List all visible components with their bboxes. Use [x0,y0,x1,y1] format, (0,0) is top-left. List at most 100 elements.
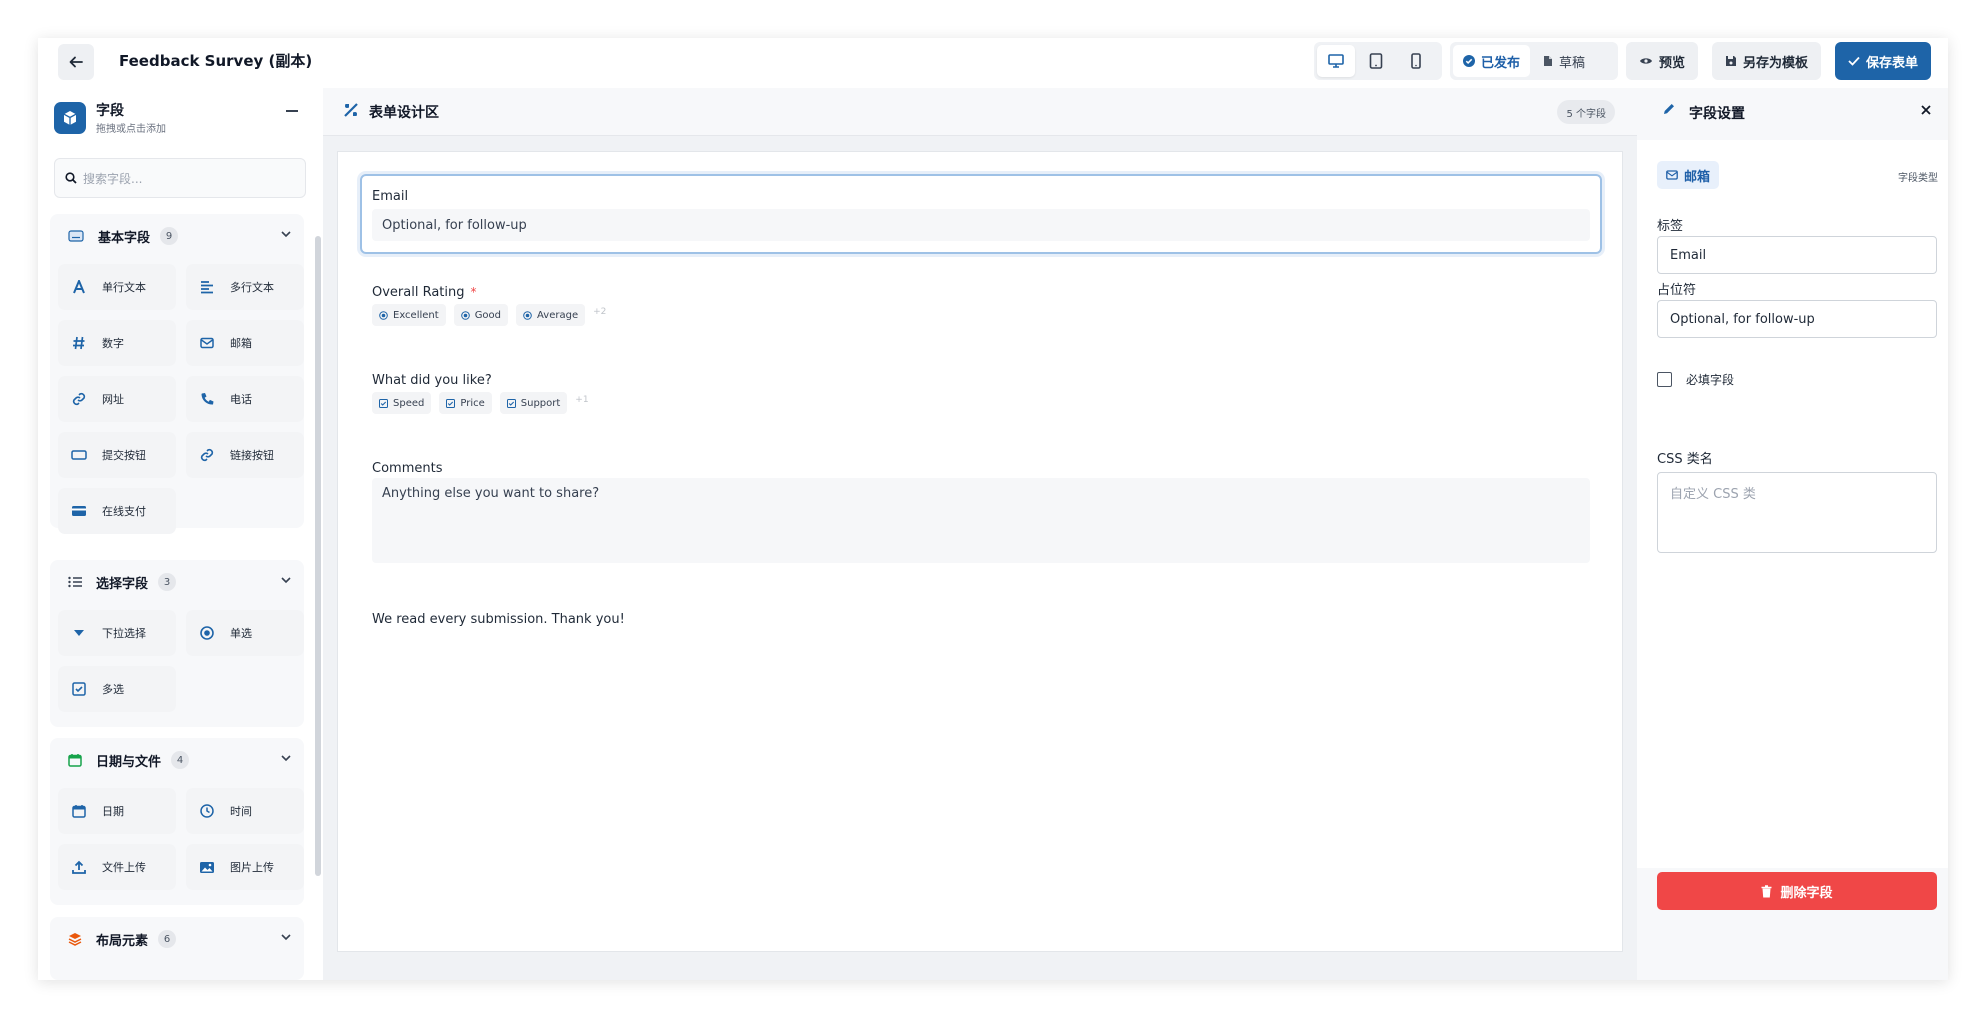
option-label: Average [537,309,579,321]
upload-icon [70,858,88,876]
checkbox-option[interactable]: Speed [372,392,432,414]
button-rect-icon [70,446,88,464]
save-as-template-label: 另存为模板 [1743,55,1809,71]
form-title: Feedback Survey (副本) [119,52,313,70]
field-item-checkbox[interactable]: 多选 [58,666,176,712]
field-item-email[interactable]: 邮箱 [186,320,304,366]
close-icon[interactable] [1920,104,1932,116]
field-palette: 字段 拖拽或点击添加 搜索字段... 基本字段 9 单行文本 多行文本 数字 邮… [38,88,323,980]
rating-label-text: Overall Rating [372,285,465,300]
field-item-online-payment[interactable]: 在线支付 [58,488,176,534]
form-field-email[interactable]: Email Optional, for follow-up [360,174,1602,254]
group-header-choice[interactable]: 选择字段 3 [50,560,304,604]
field-item-time[interactable]: 时间 [186,788,304,834]
link-icon [198,446,216,464]
field-item-url[interactable]: 网址 [58,376,176,422]
hash-icon [70,334,88,352]
field-item-single-line-text[interactable]: 单行文本 [58,264,176,310]
checkbox-icon [379,398,388,408]
form-canvas: Email Optional, for follow-up Overall Ra… [337,151,1623,952]
keyboard-icon [68,230,84,242]
field-item-radio[interactable]: 单选 [186,610,304,656]
field-item-label: 链接按钮 [230,449,274,462]
field-item-link-button[interactable]: 链接按钮 [186,432,304,478]
search-icon [65,172,77,184]
envelope-icon [198,334,216,352]
field-item-label: 电话 [230,393,252,406]
palette-scrollbar[interactable] [315,236,321,876]
field-count-badge: 5 个字段 [1557,100,1615,124]
settings-footer: 删除字段 [1637,868,1948,980]
envelope-icon [1666,170,1678,180]
radio-option[interactable]: Good [453,304,509,326]
group-count-badge: 3 [158,573,177,591]
mobile-view-button[interactable] [1397,45,1435,77]
group-header-basic[interactable]: 基本字段 9 [50,214,304,258]
checkbox-option[interactable]: Support [499,392,568,414]
layers-icon [68,933,82,946]
field-item-label: 时间 [230,805,252,818]
email-input-preview[interactable]: Optional, for follow-up [372,209,1590,241]
group-basic-fields: 基本字段 9 单行文本 多行文本 数字 邮箱 网址 电话 提交按钮 链接按钮 在… [50,214,304,534]
field-item-submit-button[interactable]: 提交按钮 [58,432,176,478]
radio-option[interactable]: Average [516,304,586,326]
field-search-input[interactable]: 搜索字段... [54,158,306,198]
comments-textarea-preview[interactable]: Anything else you want to share? [372,478,1590,563]
desktop-view-button[interactable] [1317,45,1355,77]
publish-status-switch: 已发布 草稿 [1450,42,1618,80]
option-label: Good [474,309,502,321]
field-item-image-upload[interactable]: 图片上传 [186,844,304,890]
field-item-date[interactable]: 日期 [58,788,176,834]
checkbox-icon [70,680,88,698]
field-item-file-upload[interactable]: 文件上传 [58,844,176,890]
field-item-phone[interactable]: 电话 [186,376,304,422]
design-tools-icon [344,103,358,117]
checkbox-icon [506,398,516,408]
cube-icon [63,111,77,125]
field-item-multi-line-text[interactable]: 多行文本 [186,264,304,310]
calendar-icon [68,754,82,767]
preview-button[interactable]: 预览 [1626,42,1699,80]
delete-field-button[interactable]: 删除字段 [1657,872,1937,910]
published-status-button[interactable]: 已发布 [1453,45,1531,77]
field-item-dropdown[interactable]: 下拉选择 [58,610,176,656]
group-header-layout[interactable]: 布局元素 6 [50,917,304,961]
group-count-badge: 6 [158,930,177,948]
field-item-number[interactable]: 数字 [58,320,176,366]
search-placeholder: 搜索字段... [83,171,143,186]
settings-header: 字段设置 [1637,88,1948,140]
save-form-button[interactable]: 保存表单 [1835,42,1932,80]
required-caption: 必填字段 [1686,373,1735,387]
required-asterisk: * [470,285,477,299]
group-header-date-file[interactable]: 日期与文件 4 [50,738,304,782]
back-button[interactable] [58,44,94,80]
required-field-toggle[interactable]: 必填字段 [1657,371,1734,388]
form-field-paragraph[interactable]: We read every submission. Thank you! [360,612,1602,636]
field-item-label: 单选 [230,627,252,640]
eye-icon [1640,58,1652,64]
desktop-icon [1328,54,1344,68]
draft-status-button[interactable]: 草稿 [1533,45,1595,77]
collapse-palette-button[interactable] [286,110,298,112]
group-layout-elements: 布局元素 6 [50,917,304,980]
field-label: Overall Rating * [372,285,1590,300]
form-field-comments[interactable]: Comments Anything else you want to share… [360,461,1602,571]
field-item-label: 下拉选择 [102,627,146,640]
tablet-view-button[interactable] [1357,45,1395,77]
checkbox-option[interactable]: Price [439,392,492,414]
field-item-label: 邮箱 [230,337,252,350]
css-class-input[interactable]: 自定义 CSS 类 [1657,472,1937,553]
field-item-label: 提交按钮 [102,449,146,462]
option-label: Price [460,397,485,409]
clock-icon [198,802,216,820]
radio-option[interactable]: Excellent [372,304,446,326]
save-as-template-button[interactable]: 另存为模板 [1712,42,1822,80]
paragraph-text: We read every submission. Thank you! [372,612,625,627]
placeholder-input[interactable]: Optional, for follow-up [1657,300,1937,338]
required-checkbox[interactable] [1657,372,1672,387]
label-input[interactable]: Email [1657,236,1937,274]
field-items: 单行文本 多行文本 数字 邮箱 网址 电话 提交按钮 链接按钮 在线支付 [50,258,304,542]
form-field-overall-rating[interactable]: Overall Rating * Excellent Good Average [360,285,1602,345]
form-field-what-liked[interactable]: What did you like? Speed Price Support + [360,373,1602,433]
top-toolbar: Feedback Survey (副本) 已发布 草稿 预览 另存为模板 保存表… [38,38,1948,88]
